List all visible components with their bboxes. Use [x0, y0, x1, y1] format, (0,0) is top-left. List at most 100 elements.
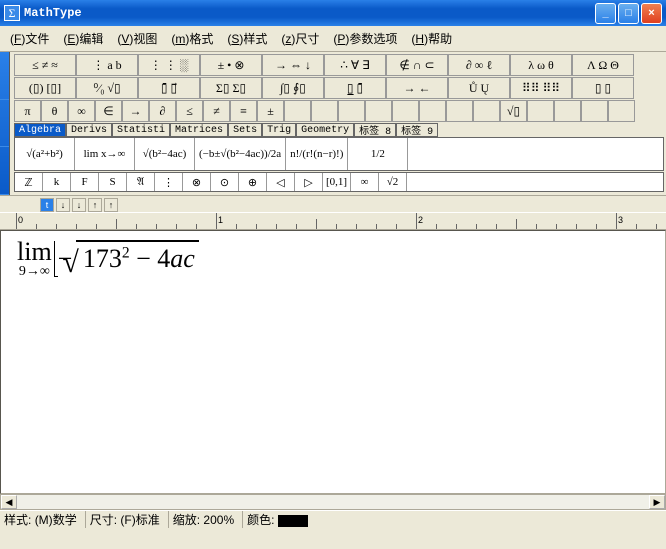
palette-button[interactable]: λ ω θ — [510, 54, 572, 76]
palette-button[interactable] — [419, 100, 446, 122]
slot-button[interactable]: ↓ — [56, 198, 70, 212]
dock-handle[interactable] — [0, 52, 10, 195]
palette-button[interactable] — [473, 100, 500, 122]
symbol-button[interactable]: k — [43, 173, 71, 191]
palette-button[interactable]: ∈ — [95, 100, 122, 122]
template-button[interactable]: √(a²+b²) — [15, 138, 75, 170]
palette-button[interactable] — [608, 100, 635, 122]
palette-button[interactable]: ⁰⁄₀ √▯ — [76, 77, 138, 99]
palette-button[interactable] — [311, 100, 338, 122]
palette-button[interactable] — [446, 100, 473, 122]
symbol-button[interactable]: 𝔄 — [127, 173, 155, 191]
sqrt-icon: √ — [62, 248, 78, 278]
symbol-button[interactable]: ⊙ — [211, 173, 239, 191]
scroll-left-icon[interactable]: ◀ — [1, 495, 17, 509]
symbol-button[interactable]: S — [99, 173, 127, 191]
palette-button[interactable]: → ⇔ ↓ — [262, 54, 324, 76]
color-swatch[interactable] — [278, 515, 308, 527]
tab-geometry[interactable]: Geometry — [296, 123, 354, 137]
tab-sets[interactable]: Sets — [228, 123, 262, 137]
palette-button[interactable] — [554, 100, 581, 122]
slot-button[interactable]: ↓ — [72, 198, 86, 212]
symbol-button[interactable]: F — [71, 173, 99, 191]
template-button[interactable]: lim x→∞ — [75, 138, 135, 170]
palette-button[interactable]: ∂ ∞ ℓ — [448, 54, 510, 76]
symbol-button[interactable]: √2 — [379, 173, 407, 191]
symbol-button[interactable]: ⊕ — [239, 173, 267, 191]
palette-button[interactable]: ∫▯ ∮▯ — [262, 77, 324, 99]
palette-button[interactable] — [527, 100, 554, 122]
palette-button[interactable]: ▯ ▯ — [572, 77, 634, 99]
menu-文件[interactable]: (F)文件 — [4, 28, 55, 49]
palette-button[interactable]: ± • ⊗ — [200, 54, 262, 76]
palette-button[interactable] — [284, 100, 311, 122]
slot-button[interactable]: ↑ — [104, 198, 118, 212]
minimize-button[interactable]: _ — [595, 3, 616, 24]
template-button[interactable]: (−b±√(b²−4ac))/2a — [195, 138, 286, 170]
palette-button[interactable]: ⠿⠿ ⠿⠿ — [510, 77, 572, 99]
menu-格式[interactable]: (m)格式 — [165, 28, 219, 49]
slot-button[interactable]: ↑ — [88, 198, 102, 212]
tab-trig[interactable]: Trig — [262, 123, 296, 137]
palette-button[interactable]: ▯̲ ▯̄ — [324, 77, 386, 99]
horizontal-scrollbar[interactable]: ◀ ▶ — [0, 494, 666, 510]
tab-matrices[interactable]: Matrices — [170, 123, 228, 137]
tab-algebra[interactable]: Algebra — [14, 123, 66, 137]
palette-button[interactable]: (▯) [▯] — [14, 77, 76, 99]
radicand: 1732 − 4ac — [79, 242, 199, 278]
tab-derivs[interactable]: Derivs — [66, 123, 112, 137]
menu-编辑[interactable]: (E)编辑 — [57, 28, 109, 49]
palette-button[interactable]: Ů Ų — [448, 77, 510, 99]
palette-button[interactable]: ▯̄ ▯⃗ — [138, 77, 200, 99]
palette-button[interactable]: √▯ — [500, 100, 527, 122]
scroll-right-icon[interactable]: ▶ — [649, 495, 665, 509]
palette-button[interactable]: ≤ ≠ ≈ — [14, 54, 76, 76]
palette-button[interactable] — [392, 100, 419, 122]
tab-statisti[interactable]: Statisti — [112, 123, 170, 137]
slot-button[interactable]: t — [40, 198, 54, 212]
menu-尺寸[interactable]: (z)尺寸 — [275, 28, 325, 49]
equation-canvas[interactable]: lim 9→∞ − √ 1732 − 4ac — [0, 230, 666, 494]
palette-button[interactable]: ∞ — [68, 100, 95, 122]
palette-button[interactable]: Σ▯ Σ▯ — [200, 77, 262, 99]
palette-button[interactable]: ± — [257, 100, 284, 122]
menu-视图[interactable]: (V)视图 — [111, 28, 163, 49]
template-button[interactable]: √(b²−4ac) — [135, 138, 195, 170]
tab-标签 8[interactable]: 标签 8 — [354, 123, 396, 137]
palette-button[interactable]: ⋮ ⋮ ░ — [138, 54, 200, 76]
palette-button[interactable]: ∂ — [149, 100, 176, 122]
palette-button[interactable]: ∉ ∩ ⊂ — [386, 54, 448, 76]
palette-button[interactable]: θ — [41, 100, 68, 122]
equation: lim 9→∞ − √ 1732 − 4ac — [17, 239, 649, 279]
template-button[interactable]: n!/(r!(n−r)!) — [286, 138, 348, 170]
palette-button[interactable]: ≤ — [176, 100, 203, 122]
palette-button[interactable]: ≡ — [230, 100, 257, 122]
symbol-button[interactable]: ▷ — [295, 173, 323, 191]
palette-button[interactable]: ≠ — [203, 100, 230, 122]
palette-button[interactable]: → — [122, 100, 149, 122]
palette-button[interactable] — [581, 100, 608, 122]
menu-帮助[interactable]: (H)帮助 — [405, 28, 458, 49]
palette-button[interactable]: ⋮ a b — [76, 54, 138, 76]
template-button[interactable]: 1/2 — [348, 138, 408, 170]
palette-button[interactable]: ∴ ∀ ∃ — [324, 54, 386, 76]
symbol-button[interactable]: ℤ — [15, 173, 43, 191]
maximize-button[interactable]: □ — [618, 3, 639, 24]
palette-button[interactable] — [365, 100, 392, 122]
symbol-button[interactable]: ◁ — [267, 173, 295, 191]
palette-button[interactable]: Λ Ω Θ — [572, 54, 634, 76]
palette-button[interactable]: → ← — [386, 77, 448, 99]
menu-样式[interactable]: (S)样式 — [221, 28, 273, 49]
title-bar: Σ MathType _ □ × — [0, 0, 666, 26]
symbol-button[interactable]: [0,1] — [323, 173, 351, 191]
tool-area: ≤ ≠ ≈⋮ a b⋮ ⋮ ░± • ⊗→ ⇔ ↓∴ ∀ ∃∉ ∩ ⊂∂ ∞ ℓ… — [0, 52, 666, 196]
symbol-button[interactable]: ⋮ — [155, 173, 183, 191]
tab-标签 9[interactable]: 标签 9 — [396, 123, 438, 137]
symbol-button[interactable]: ⊗ — [183, 173, 211, 191]
palette-button[interactable] — [338, 100, 365, 122]
ruler[interactable]: 0123 — [0, 212, 666, 230]
menu-参数选项[interactable]: (P)参数选项 — [327, 28, 403, 49]
palette-button[interactable]: π — [14, 100, 41, 122]
symbol-button[interactable]: ∞ — [351, 173, 379, 191]
close-button[interactable]: × — [641, 3, 662, 24]
